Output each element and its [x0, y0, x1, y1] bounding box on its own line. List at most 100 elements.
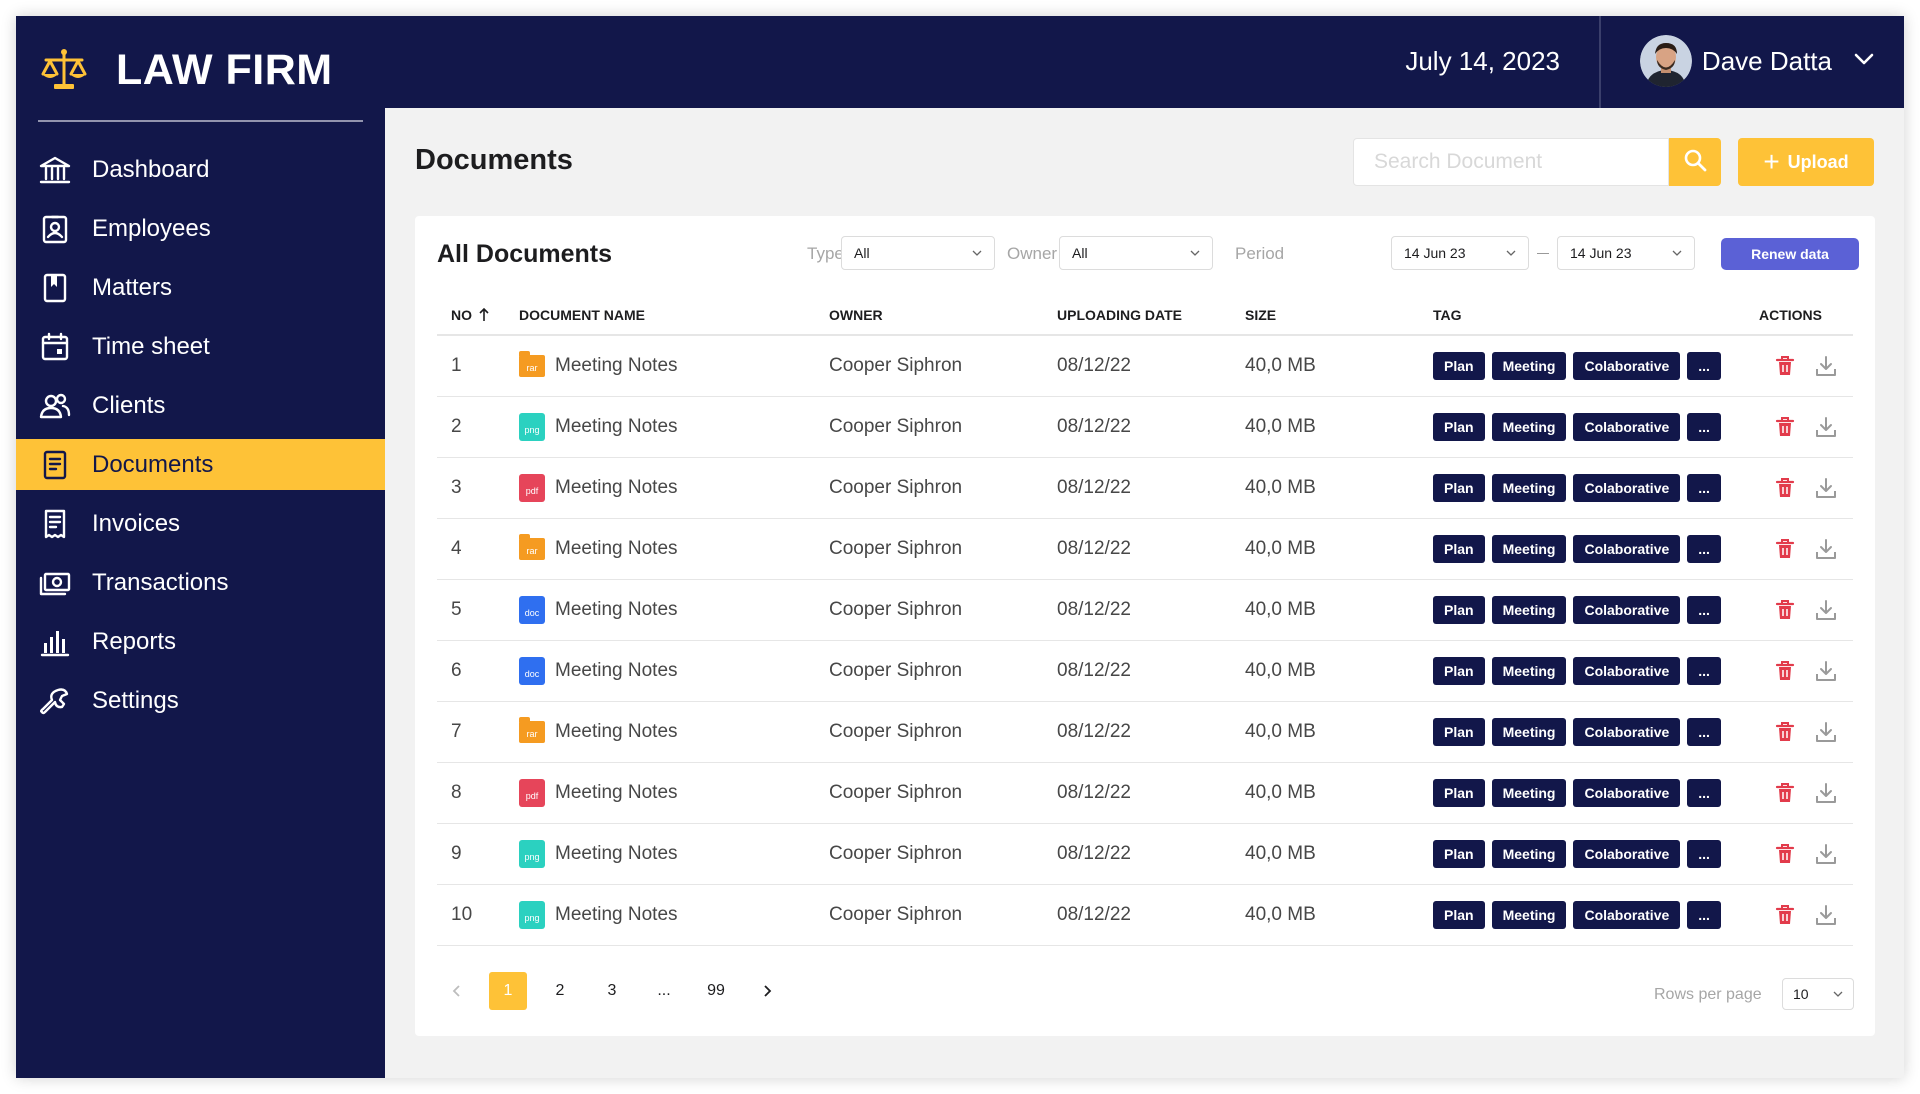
page-3-button[interactable]: 3 [593, 972, 631, 1010]
brand[interactable]: LAW FIRM [38, 42, 333, 98]
document-name-cell[interactable]: doc Meeting Notes [519, 641, 678, 701]
tag-colaborative[interactable]: Colaborative [1573, 901, 1681, 929]
tag-plan[interactable]: Plan [1433, 718, 1485, 746]
sidebar-item-dashboard[interactable]: Dashboard [16, 144, 385, 195]
sidebar-item-matters[interactable]: Matters [16, 262, 385, 313]
tag-more-tags[interactable]: ... [1687, 901, 1721, 929]
tag-meeting[interactable]: Meeting [1491, 840, 1567, 868]
tag-meeting[interactable]: Meeting [1491, 718, 1567, 746]
column-tag[interactable]: TAG [1433, 307, 1462, 323]
tag-colaborative[interactable]: Colaborative [1573, 657, 1681, 685]
tag-colaborative[interactable]: Colaborative [1573, 718, 1681, 746]
user-menu[interactable]: Dave Datta [1639, 34, 1874, 88]
renew-data-button[interactable]: Renew data [1721, 238, 1859, 270]
search-input[interactable] [1353, 138, 1669, 186]
delete-button[interactable] [1771, 352, 1799, 380]
download-button[interactable] [1812, 657, 1840, 685]
table-row[interactable]: 6 doc Meeting Notes Cooper Siphron 08/12… [437, 641, 1853, 702]
table-row[interactable]: 5 doc Meeting Notes Cooper Siphron 08/12… [437, 580, 1853, 641]
document-name-cell[interactable]: pdf Meeting Notes [519, 763, 678, 823]
delete-button[interactable] [1771, 840, 1799, 868]
tag-more-tags[interactable]: ... [1687, 596, 1721, 624]
tag-plan[interactable]: Plan [1433, 352, 1485, 380]
column-owner[interactable]: OWNER [829, 307, 883, 323]
period-from-select[interactable]: 14 Jun 23 [1391, 236, 1529, 270]
tag-colaborative[interactable]: Colaborative [1573, 596, 1681, 624]
tag-more-tags[interactable]: ... [1687, 718, 1721, 746]
sidebar-item-employees[interactable]: Employees [16, 203, 385, 254]
document-name-cell[interactable]: rar Meeting Notes [519, 336, 678, 396]
tag-colaborative[interactable]: Colaborative [1573, 535, 1681, 563]
tag-plan[interactable]: Plan [1433, 657, 1485, 685]
delete-button[interactable] [1771, 901, 1799, 929]
tag-more-tags[interactable]: ... [1687, 535, 1721, 563]
tag-plan[interactable]: Plan [1433, 535, 1485, 563]
document-name-cell[interactable]: rar Meeting Notes [519, 702, 678, 762]
tag-colaborative[interactable]: Colaborative [1573, 840, 1681, 868]
document-name-cell[interactable]: png Meeting Notes [519, 885, 678, 945]
download-button[interactable] [1812, 718, 1840, 746]
download-button[interactable] [1812, 352, 1840, 380]
delete-button[interactable] [1771, 657, 1799, 685]
tag-plan[interactable]: Plan [1433, 840, 1485, 868]
type-filter-select[interactable]: All [841, 236, 995, 270]
table-row[interactable]: 9 png Meeting Notes Cooper Siphron 08/12… [437, 824, 1853, 885]
owner-filter-select[interactable]: All [1059, 236, 1213, 270]
tag-meeting[interactable]: Meeting [1491, 901, 1567, 929]
table-row[interactable]: 3 pdf Meeting Notes Cooper Siphron 08/12… [437, 458, 1853, 519]
delete-button[interactable] [1771, 718, 1799, 746]
table-row[interactable]: 1 rar Meeting Notes Cooper Siphron 08/12… [437, 336, 1853, 397]
tag-colaborative[interactable]: Colaborative [1573, 779, 1681, 807]
tag-meeting[interactable]: Meeting [1491, 535, 1567, 563]
delete-button[interactable] [1771, 535, 1799, 563]
download-button[interactable] [1812, 535, 1840, 563]
document-name-cell[interactable]: png Meeting Notes [519, 824, 678, 884]
tag-plan[interactable]: Plan [1433, 779, 1485, 807]
tag-colaborative[interactable]: Colaborative [1573, 413, 1681, 441]
document-name-cell[interactable]: png Meeting Notes [519, 397, 678, 457]
tag-plan[interactable]: Plan [1433, 413, 1485, 441]
download-button[interactable] [1812, 474, 1840, 502]
delete-button[interactable] [1771, 474, 1799, 502]
sidebar-item-clients[interactable]: Clients [16, 380, 385, 431]
page-1-button[interactable]: 1 [489, 972, 527, 1010]
tag-meeting[interactable]: Meeting [1491, 596, 1567, 624]
column-size[interactable]: SIZE [1245, 307, 1276, 323]
tag-meeting[interactable]: Meeting [1491, 657, 1567, 685]
tag-more-tags[interactable]: ... [1687, 840, 1721, 868]
page-2-button[interactable]: 2 [541, 972, 579, 1010]
tag-more-tags[interactable]: ... [1687, 779, 1721, 807]
tag-more-tags[interactable]: ... [1687, 413, 1721, 441]
tag-more-tags[interactable]: ... [1687, 474, 1721, 502]
prev-page-button[interactable] [437, 972, 475, 1010]
download-button[interactable] [1812, 413, 1840, 441]
sidebar-item-settings[interactable]: Settings [16, 675, 385, 726]
table-row[interactable]: 2 png Meeting Notes Cooper Siphron 08/12… [437, 397, 1853, 458]
table-row[interactable]: 10 png Meeting Notes Cooper Siphron 08/1… [437, 885, 1853, 946]
delete-button[interactable] [1771, 413, 1799, 441]
upload-button[interactable]: + Upload [1738, 138, 1874, 186]
search-button[interactable] [1669, 138, 1721, 186]
download-button[interactable] [1812, 596, 1840, 624]
tag-colaborative[interactable]: Colaborative [1573, 474, 1681, 502]
period-to-select[interactable]: 14 Jun 23 [1557, 236, 1695, 270]
tag-meeting[interactable]: Meeting [1491, 352, 1567, 380]
sidebar-item-reports[interactable]: Reports [16, 616, 385, 667]
tag-meeting[interactable]: Meeting [1491, 413, 1567, 441]
table-row[interactable]: 4 rar Meeting Notes Cooper Siphron 08/12… [437, 519, 1853, 580]
column-document-name[interactable]: DOCUMENT NAME [519, 307, 645, 323]
table-row[interactable]: 7 rar Meeting Notes Cooper Siphron 08/12… [437, 702, 1853, 763]
table-row[interactable]: 8 pdf Meeting Notes Cooper Siphron 08/12… [437, 763, 1853, 824]
tag-colaborative[interactable]: Colaborative [1573, 352, 1681, 380]
sidebar-item-transactions[interactable]: Transactions [16, 557, 385, 608]
column-uploading-date[interactable]: UPLOADING DATE [1057, 307, 1182, 323]
tag-meeting[interactable]: Meeting [1491, 474, 1567, 502]
page-99-button[interactable]: 99 [697, 972, 735, 1010]
sidebar-item-time-sheet[interactable]: Time sheet [16, 321, 385, 372]
column-no[interactable]: NO [451, 307, 490, 323]
tag-more-tags[interactable]: ... [1687, 657, 1721, 685]
download-button[interactable] [1812, 779, 1840, 807]
document-name-cell[interactable]: doc Meeting Notes [519, 580, 678, 640]
sidebar-item-invoices[interactable]: Invoices [16, 498, 385, 549]
tag-more-tags[interactable]: ... [1687, 352, 1721, 380]
